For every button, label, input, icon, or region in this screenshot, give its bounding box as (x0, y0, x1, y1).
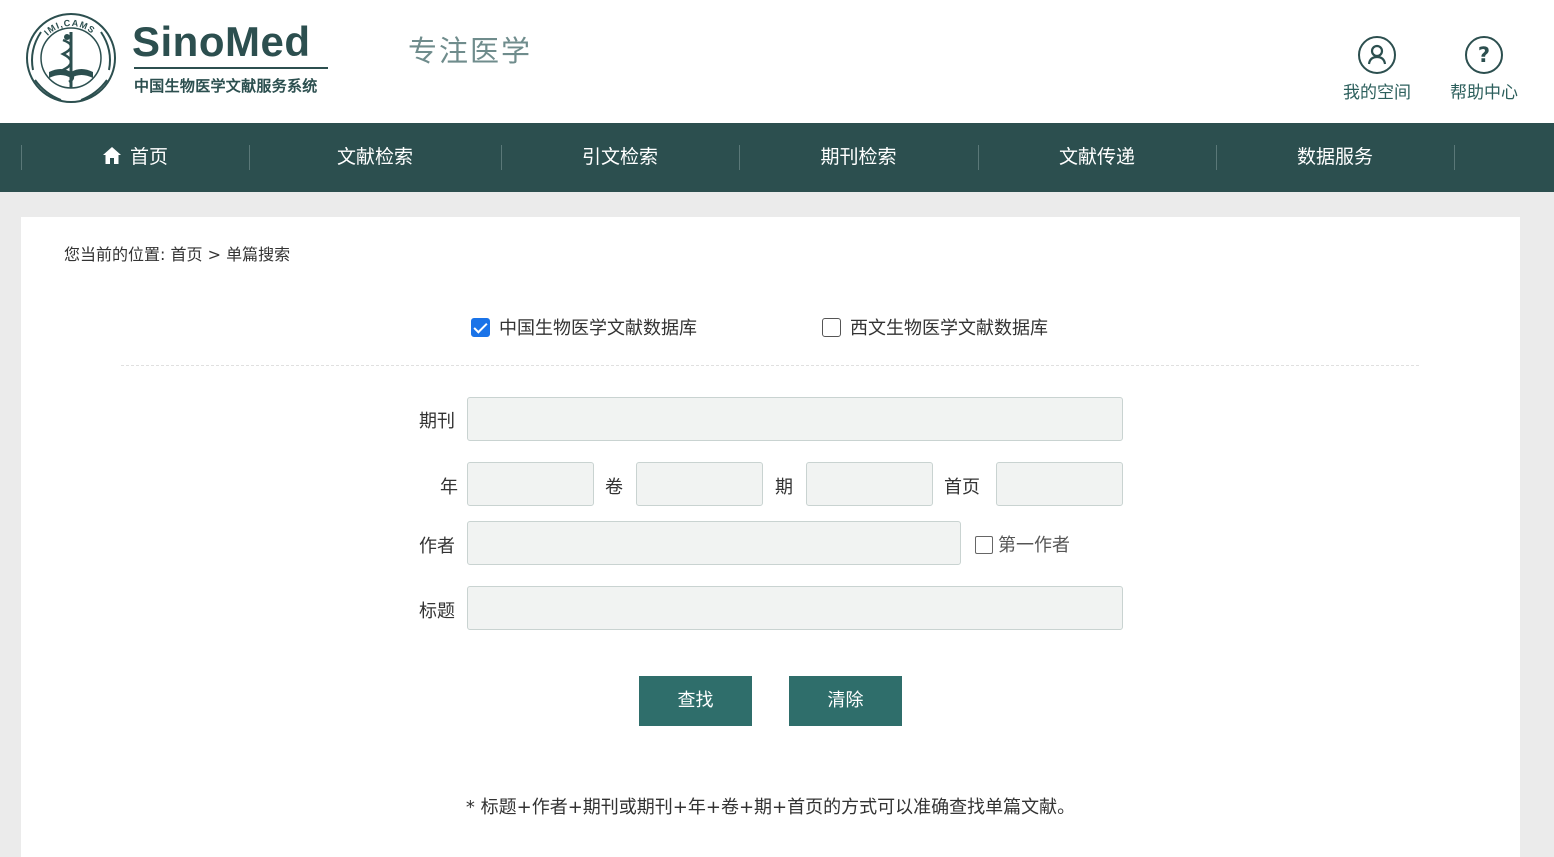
volume-input[interactable] (636, 462, 763, 506)
breadcrumb: 您当前的位置: 首页 > 单篇搜索 (64, 241, 290, 265)
author-input[interactable] (467, 521, 961, 565)
db-label-western: 西文生物医学文献数据库 (850, 318, 1048, 339)
nav-separator (1454, 145, 1455, 170)
my-space-label: 我的空间 (1343, 83, 1411, 103)
divider (121, 365, 1419, 366)
issue-input[interactable] (806, 462, 933, 506)
first-author-checkbox[interactable] (975, 536, 993, 554)
author-label: 作者 (419, 536, 455, 557)
checkbox-chinese-db[interactable] (471, 318, 490, 337)
my-space-link[interactable]: 我的空间 (1332, 36, 1422, 103)
issue-label: 期 (775, 477, 793, 498)
nav-item-citation-search[interactable]: 引文检索 (501, 123, 739, 192)
first-author-option[interactable]: 第一作者 (975, 531, 1070, 557)
journal-input[interactable] (467, 397, 1123, 441)
nav-item-journal-search[interactable]: 期刊检索 (739, 123, 978, 192)
nav-item-data-services[interactable]: 数据服务 (1216, 123, 1454, 192)
first-author-label: 第一作者 (998, 535, 1070, 556)
db-label-chinese: 中国生物医学文献数据库 (499, 318, 697, 339)
checkbox-western-db[interactable] (822, 318, 841, 337)
nav-item-home[interactable]: 首页 (21, 123, 249, 192)
db-option-chinese-biomedical[interactable]: 中国生物医学文献数据库 (471, 314, 697, 340)
logo-rule (134, 67, 328, 69)
year-input[interactable] (467, 462, 594, 506)
single-article-search-panel: 您当前的位置: 首页 > 单篇搜索 中国生物医学文献数据库 西文生物医学文献数据… (21, 217, 1520, 857)
clear-button[interactable]: 清除 (789, 676, 902, 726)
help-icon: ? (1465, 36, 1503, 74)
journal-label: 期刊 (419, 411, 455, 432)
first-page-input[interactable] (996, 462, 1123, 506)
breadcrumb-prefix: 您当前的位置: (64, 245, 166, 264)
title-input[interactable] (467, 586, 1123, 630)
nav-item-document-delivery[interactable]: 文献传递 (978, 123, 1216, 192)
imi-cams-seal-logo[interactable]: IMI,CAMS (23, 10, 119, 106)
nav-item-label: 首页 (129, 146, 168, 168)
site-header: IMI,CAMS SinoMed 中国生物医学文献服务系统 专注医学 我的空间 … (0, 0, 1554, 123)
logo-subtitle: 中国生物医学文献服务系统 (134, 77, 318, 95)
slogan: 专注医学 (408, 34, 533, 68)
logo-title[interactable]: SinoMed (132, 18, 311, 66)
title-label: 标题 (419, 601, 455, 622)
volume-label: 卷 (605, 477, 623, 498)
help-center-link[interactable]: ? 帮助中心 (1439, 36, 1529, 103)
help-center-label: 帮助中心 (1450, 83, 1518, 103)
user-icon (1358, 36, 1396, 74)
breadcrumb-path[interactable]: 首页 > 单篇搜索 (171, 245, 291, 264)
search-button[interactable]: 查找 (639, 676, 752, 726)
main-nav: 首页 文献检索 引文检索 期刊检索 文献传递 数据服务 (0, 123, 1554, 192)
db-option-western-biomedical[interactable]: 西文生物医学文献数据库 (822, 314, 1048, 340)
year-label: 年 (440, 477, 458, 498)
first-page-label: 首页 (944, 477, 980, 498)
nav-item-literature-search[interactable]: 文献检索 (249, 123, 501, 192)
search-tip-note: * 标题+作者+期刊或期刊+年+卷+期+首页的方式可以准确查找单篇文献。 (465, 797, 1076, 818)
home-icon (102, 147, 121, 164)
